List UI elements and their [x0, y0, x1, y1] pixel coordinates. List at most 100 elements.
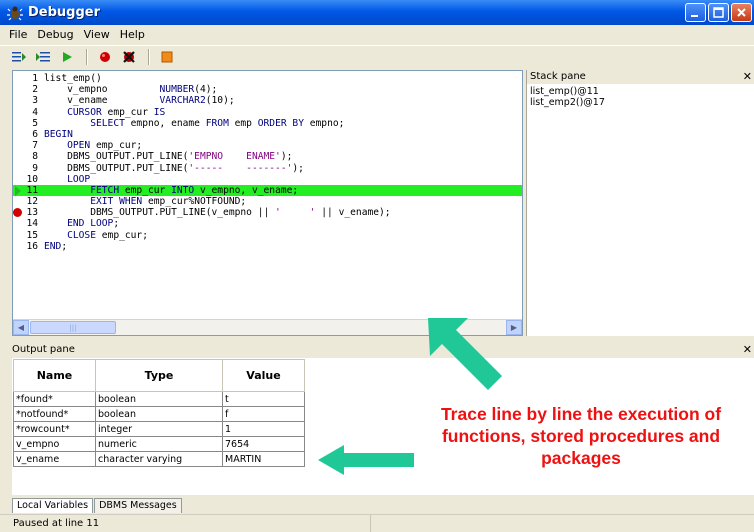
code-text: v_empno NUMBER(4); [44, 84, 218, 96]
scroll-thumb[interactable]: ||| [30, 321, 116, 334]
minimize-button[interactable] [685, 3, 706, 22]
line-number[interactable]: 6 [13, 129, 40, 140]
code-text: DBMS_OUTPUT.PUT_LINE('----- -------'); [44, 162, 304, 174]
code-line[interactable]: 2 v_empno NUMBER(4); [13, 84, 522, 95]
variable-row[interactable]: *notfound* boolean f [13, 406, 305, 422]
code-line[interactable]: 6 BEGIN [13, 129, 522, 140]
menu-bar: File Debug View Help [0, 25, 754, 44]
step-over-icon [36, 51, 50, 61]
variable-row[interactable]: v_ename character varying MARTIN [13, 451, 305, 467]
line-number[interactable]: 2 [13, 84, 40, 95]
scroll-left-button[interactable]: ◀ [13, 320, 29, 335]
maximize-icon [713, 7, 724, 18]
close-button[interactable] [731, 3, 752, 22]
variable-value: f [222, 406, 305, 422]
code-line[interactable]: 10 LOOP [13, 174, 522, 185]
code-line[interactable]: 4 CURSOR emp_cur IS [13, 107, 522, 118]
line-number[interactable]: 8 [13, 151, 40, 162]
menu-debug[interactable]: Debug [32, 28, 78, 41]
code-line[interactable]: 9 DBMS_OUTPUT.PUT_LINE('----- -------'); [13, 163, 522, 174]
variable-row[interactable]: *found* boolean t [13, 391, 305, 407]
line-number[interactable]: 7 [13, 140, 40, 151]
variable-value: t [222, 391, 305, 407]
status-text: Paused at line 11 [0, 515, 371, 532]
scroll-right-button[interactable]: ▶ [506, 320, 522, 335]
annotation-arrow-up-icon [428, 318, 502, 390]
tab-local-variables[interactable]: Local Variables [12, 498, 94, 513]
close-icon [737, 8, 746, 17]
stop-button[interactable] [156, 47, 178, 67]
column-header-type[interactable]: Type [95, 359, 223, 392]
stack-frame[interactable]: list_emp2()@17 [530, 97, 751, 108]
stack-pane-title: Stack pane [530, 71, 586, 82]
code-text: EXIT WHEN emp_cur%NOTFOUND; [90, 196, 247, 208]
code-line[interactable]: 8 DBMS_OUTPUT.PUT_LINE('EMPNO ENAME'); [13, 151, 522, 162]
code-text: CLOSE emp_cur; [67, 229, 148, 241]
clear-breakpoints-button[interactable] [118, 47, 140, 67]
stack-frame[interactable]: list_emp()@11 [530, 86, 751, 97]
code-text: LOOP [67, 173, 91, 185]
debugger-bug-icon [6, 5, 24, 21]
line-number[interactable]: 1 [13, 73, 40, 84]
code-text: SELECT empno, ename FROM emp ORDER BY em… [90, 117, 345, 129]
line-number[interactable]: 10 [13, 174, 40, 185]
variable-row[interactable]: v_empno numeric 7654 [13, 436, 305, 452]
code-text: DBMS_OUTPUT.PUT_LINE('EMPNO ENAME'); [44, 151, 293, 163]
step-over-button[interactable] [32, 47, 54, 67]
code-text: OPEN emp_cur; [67, 140, 143, 152]
code-line[interactable]: 12 EXIT WHEN emp_cur%NOTFOUND; [13, 196, 522, 207]
code-text: CURSOR emp_cur IS [67, 106, 166, 118]
breakpoint-icon [100, 51, 110, 62]
title-bar: Debugger [0, 0, 754, 25]
code-line[interactable]: 11 FETCH emp_cur INTO v_empno, v_ename; [13, 184, 522, 197]
source-editor[interactable]: 1 list_emp() 2 v_empno NUMBER(4); 3 v_ename… [12, 70, 523, 336]
variable-name: *found* [13, 391, 96, 407]
line-number[interactable]: 12 [13, 196, 40, 207]
output-pane-title: Output pane [12, 344, 75, 355]
output-tabs: Local Variables DBMS Messages [12, 496, 183, 513]
menu-view[interactable]: View [79, 28, 115, 41]
line-number[interactable]: 14 [13, 218, 40, 229]
code-line[interactable]: 3 v_ename VARCHAR2(10); [13, 95, 522, 106]
continue-button[interactable] [56, 47, 78, 67]
code-text: list_emp() [44, 73, 102, 84]
stack-pane: Stack pane ✕ list_emp()@11 list_emp2()@1… [526, 70, 754, 336]
code-line[interactable]: 15 CLOSE emp_cur; [13, 230, 522, 241]
output-pane-close-icon[interactable]: ✕ [743, 343, 752, 357]
set-breakpoint-button[interactable] [94, 47, 116, 67]
line-number[interactable]: 5 [13, 118, 40, 129]
line-number[interactable]: 15 [13, 230, 40, 241]
line-number[interactable]: 4 [13, 107, 40, 118]
variable-name: v_ename [13, 451, 96, 467]
variable-row[interactable]: *rowcount* integer 1 [13, 421, 305, 437]
variable-type: character varying [95, 451, 223, 467]
status-cell-empty [371, 515, 384, 532]
variable-name: v_empno [13, 436, 96, 452]
code-line[interactable]: 14 END LOOP; [13, 218, 522, 229]
code-line[interactable]: 7 OPEN emp_cur; [13, 140, 522, 151]
maximize-button[interactable] [708, 3, 729, 22]
column-header-name[interactable]: Name [13, 359, 96, 392]
output-pane-header: Output pane ✕ [12, 343, 754, 357]
code-line[interactable]: 13 DBMS_OUTPUT.PUT_LINE(v_empno || ' ' |… [13, 207, 522, 218]
variable-name: *rowcount* [13, 421, 96, 437]
stack-pane-close-icon[interactable]: ✕ [743, 70, 752, 84]
code-line[interactable]: 5 SELECT empno, ename FROM emp ORDER BY … [13, 118, 522, 129]
code-line[interactable]: 16 END; [13, 241, 522, 252]
stop-icon [161, 51, 173, 62]
variable-type: boolean [95, 406, 223, 422]
line-number[interactable]: 9 [13, 163, 40, 174]
menu-file[interactable]: File [4, 28, 32, 41]
column-header-value[interactable]: Value [222, 359, 305, 392]
code-line[interactable]: 1 list_emp() [13, 73, 522, 84]
step-into-icon [12, 51, 26, 61]
minimize-icon [691, 15, 698, 17]
annotation-arrow-left-icon [318, 445, 414, 475]
tab-dbms-messages[interactable]: DBMS Messages [94, 498, 182, 513]
line-number[interactable]: 16 [13, 241, 40, 252]
step-into-button[interactable] [8, 47, 30, 67]
line-number[interactable]: 3 [13, 95, 40, 106]
annotation-text: Trace line by line the execution of func… [440, 404, 722, 468]
menu-help[interactable]: Help [115, 28, 150, 41]
variable-type: boolean [95, 391, 223, 407]
